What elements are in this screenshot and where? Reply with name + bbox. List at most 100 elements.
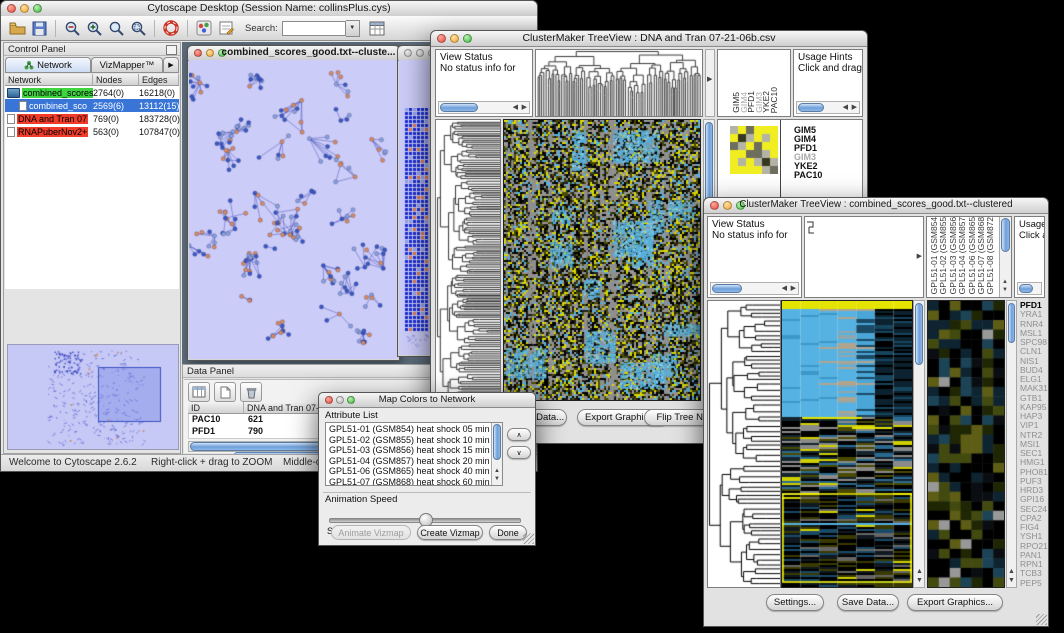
attribute-list-item[interactable]: GPL51-03 (GSM856) heat shock 15 min: [326, 445, 490, 456]
vizmapper-icon[interactable]: [193, 18, 215, 39]
tab-vizmapper[interactable]: VizMapper™: [91, 57, 163, 73]
zoom-heatmap-panel[interactable]: [927, 300, 1005, 588]
network-overview-canvas[interactable]: [8, 345, 176, 447]
close-icon[interactable]: [404, 49, 412, 57]
scroll-right-icon[interactable]: ▶: [852, 102, 857, 113]
network-tree-row[interactable]: combined_scores2764(0)16218(0): [5, 86, 179, 99]
scroll-left-icon[interactable]: ◀: [782, 283, 787, 294]
select-attributes-icon[interactable]: [188, 382, 210, 402]
scroll-left-icon[interactable]: ◀: [843, 102, 848, 113]
export-graphics-button[interactable]: Export Graphics...: [907, 594, 1003, 611]
main-titlebar[interactable]: Cytoscape Desktop (Session Name: collins…: [1, 1, 537, 17]
resize-grip[interactable]: [523, 533, 534, 544]
move-up-button[interactable]: ∧: [507, 428, 531, 441]
scroll-down-icon[interactable]: ▼: [494, 474, 500, 485]
global-heatmap-canvas[interactable]: [782, 301, 912, 587]
zoom-heatmap-canvas[interactable]: [928, 301, 1004, 587]
view-status-panel: View Status No status info for ◀ ▶: [707, 216, 802, 298]
network-view-canvas[interactable]: [189, 60, 398, 358]
usage-hints-hscrollbar[interactable]: ◀ ▶: [796, 101, 860, 114]
col-header-network[interactable]: Network: [5, 74, 93, 86]
dense-network-canvas[interactable]: [404, 108, 430, 348]
scroll-right-icon[interactable]: ▶: [791, 283, 796, 294]
array-tree-marks: [806, 219, 826, 239]
open-session-icon[interactable]: [6, 18, 28, 39]
usage-hints-panel: Usage Hints Click and drag: [1014, 216, 1045, 298]
network-overview-panel[interactable]: [7, 344, 179, 450]
heatmap-vscrollbar[interactable]: ▲ ▼: [913, 300, 925, 588]
col-header-nodes[interactable]: Nodes: [93, 74, 139, 86]
tab-overflow[interactable]: ▶: [163, 57, 179, 73]
attribute-list-item[interactable]: GPL51-01 (GSM854) heat shock 05 min: [326, 424, 490, 435]
zoom-heatmap-canvas[interactable]: [730, 126, 778, 174]
animation-speed-label: Animation Speed: [325, 494, 397, 505]
scroll-left-icon[interactable]: ◀: [513, 102, 518, 113]
save-data-button[interactable]: Save Data...: [837, 594, 899, 611]
search-input[interactable]: [282, 21, 346, 36]
network-name: DNA and Tran 07: [17, 114, 88, 124]
folder-icon: [7, 88, 20, 98]
attribute-list-item[interactable]: GPL51-07 (GSM868) heat shock 60 min: [326, 477, 490, 487]
attribute-list-item[interactable]: GPL51-06 (GSM865) heat shock 40 min: [326, 466, 490, 477]
help-icon[interactable]: [160, 18, 182, 39]
gene-dendrogram-panel[interactable]: [707, 300, 781, 588]
save-session-icon[interactable]: [28, 18, 50, 39]
view-status-hscrollbar[interactable]: ◀ ▶: [438, 101, 530, 114]
scroll-down-icon[interactable]: ▼: [1002, 285, 1008, 296]
dendrogram-scroll-strip[interactable]: ▶: [705, 49, 715, 117]
done-button[interactable]: Done: [489, 525, 527, 540]
view-status-text: No status info for: [436, 63, 532, 74]
dp-col-id[interactable]: ID: [188, 402, 244, 414]
settings-button[interactable]: Settings...: [766, 594, 824, 611]
create-vizmap-button[interactable]: Create Vizmap: [417, 525, 483, 540]
gene-dendrogram-panel[interactable]: [435, 119, 501, 401]
global-heatmap-panel[interactable]: [781, 300, 913, 588]
attribute-browser-icon[interactable]: [366, 18, 388, 39]
network-nodes-count: 2764(0): [93, 88, 139, 98]
resize-grip[interactable]: [1036, 614, 1047, 625]
scroll-right-icon[interactable]: ▶: [917, 251, 922, 262]
move-down-button[interactable]: ∨: [507, 446, 531, 459]
scroll-down-icon[interactable]: ▼: [916, 575, 923, 586]
global-heatmap-panel[interactable]: [503, 119, 701, 401]
gene-dendrogram-canvas[interactable]: [708, 301, 780, 587]
treeview-dna-title: ClusterMaker TreeView : DNA and Tran 07-…: [431, 32, 867, 44]
network-tree-row[interactable]: combined_sco2569(6)13112(15): [5, 99, 179, 112]
array-dendrogram-panel[interactable]: [535, 49, 703, 117]
network-edges-count: 13112(15): [139, 101, 183, 111]
new-attribute-icon[interactable]: [214, 382, 236, 402]
minimize-icon[interactable]: [416, 49, 424, 57]
attribute-list-vscrollbar[interactable]: ▲ ▼: [491, 423, 502, 485]
zoom-in-icon[interactable]: [83, 18, 105, 39]
zoom-fit-icon[interactable]: [105, 18, 127, 39]
animate-vizmap-button[interactable]: Animate Vizmap: [331, 525, 411, 540]
annotation-icon[interactable]: [215, 18, 237, 39]
status-welcome: Welcome to Cytoscape 2.6.2: [9, 457, 137, 468]
float-panel-icon[interactable]: [166, 45, 177, 55]
usage-hints-title: Usage Hints: [794, 50, 862, 63]
network-tree-row[interactable]: DNA and Tran 07769(0)183728(0): [5, 112, 179, 125]
attribute-list-item[interactable]: GPL51-02 (GSM855) heat shock 10 min: [326, 435, 490, 446]
gene-dendrogram-canvas[interactable]: [436, 120, 500, 400]
array-dendrogram-canvas[interactable]: [536, 50, 702, 116]
scroll-right-icon[interactable]: ▶: [522, 102, 527, 113]
array-dendrogram-panel[interactable]: ▶: [804, 216, 924, 298]
col-header-edges[interactable]: Edges: [139, 74, 179, 86]
global-heatmap-canvas[interactable]: [504, 120, 700, 400]
zoom-vscrollbar[interactable]: ▲ ▼: [1006, 300, 1017, 588]
treeview-combined-buttons: Settings... Save Data... Export Graphics..…: [704, 590, 1048, 626]
usage-hints-hscrollbar[interactable]: [1017, 282, 1042, 295]
attribute-list-item[interactable]: GPL51-04 (GSM857) heat shock 20 min: [326, 456, 490, 467]
zoom-out-icon[interactable]: [61, 18, 83, 39]
zoom-selected-icon[interactable]: [127, 18, 149, 39]
scroll-down-icon[interactable]: ▼: [1008, 575, 1015, 586]
search-dropdown-icon[interactable]: ▼: [346, 20, 360, 37]
labels-vscrollbar[interactable]: ▲ ▼: [999, 217, 1011, 297]
tab-network[interactable]: Network: [5, 57, 91, 73]
attribute-listbox[interactable]: GPL51-01 (GSM854) heat shock 05 minGPL51…: [325, 422, 503, 486]
delete-attribute-icon[interactable]: [240, 382, 262, 402]
view-status-hscrollbar[interactable]: ◀ ▶: [710, 282, 799, 295]
network-tree-row[interactable]: RNAPuberNov2+563(0)107847(0): [5, 125, 179, 138]
scroll-right-icon[interactable]: ▶: [707, 74, 712, 85]
animation-speed-slider[interactable]: [329, 512, 521, 526]
